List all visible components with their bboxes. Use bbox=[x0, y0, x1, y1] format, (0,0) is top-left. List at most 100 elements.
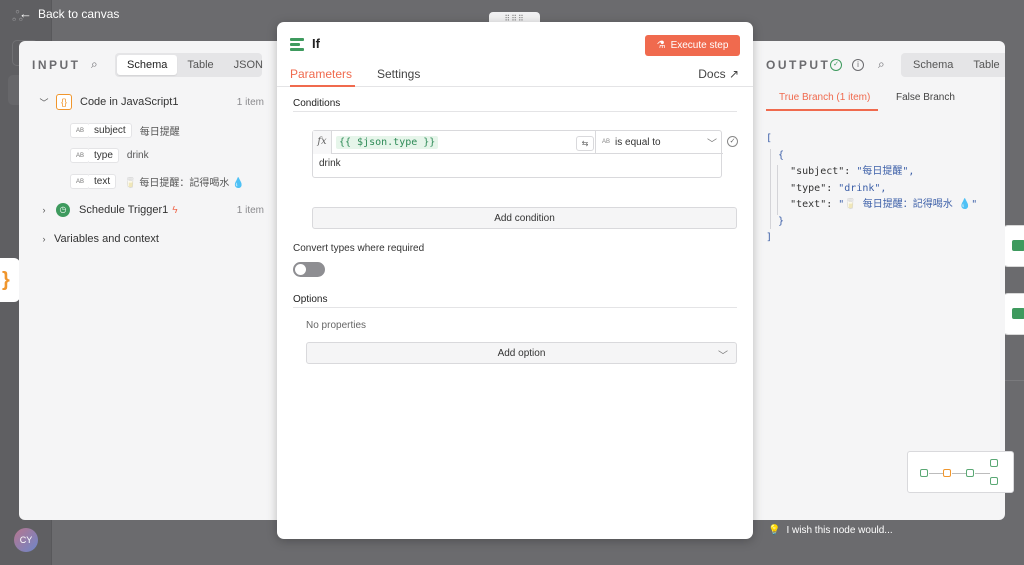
field-value: 每日提醒 bbox=[139, 127, 180, 138]
string-type-icon: AB bbox=[70, 123, 91, 138]
item-count: 1 item bbox=[236, 204, 264, 216]
tab-parameters[interactable]: Parameters bbox=[290, 67, 352, 81]
if-branch-icon bbox=[290, 37, 304, 51]
node-title: If bbox=[290, 36, 320, 51]
tab-settings[interactable]: Settings bbox=[377, 67, 420, 81]
json-bracket: { bbox=[778, 149, 785, 161]
canvas-minimap[interactable] bbox=[907, 451, 1014, 493]
lightbulb-icon: 💡 bbox=[768, 525, 781, 536]
condition-row: fx {{ $json.type }} ⇆ AB is equal to ﹀ d… bbox=[312, 130, 723, 178]
tab-true-branch[interactable]: True Branch (1 item) bbox=[779, 92, 870, 103]
canvas-edge bbox=[1004, 380, 1024, 381]
info-icon[interactable]: i bbox=[852, 59, 864, 71]
node-tabs: Parameters Settings Docs ↗ bbox=[277, 62, 753, 87]
string-type-icon: AB bbox=[70, 174, 91, 189]
tree-node-code-label: Code in JavaScript1 bbox=[80, 96, 179, 108]
avatar[interactable]: CY bbox=[14, 528, 38, 552]
options-title: Options bbox=[293, 294, 328, 305]
no-properties-label: No properties bbox=[306, 320, 367, 331]
variables-label: Variables and context bbox=[54, 233, 159, 245]
external-link-icon: ↗ bbox=[728, 67, 739, 81]
expression-fx-icon: fx bbox=[313, 130, 332, 154]
tree-node-code[interactable]: ﹀ {} Code in JavaScript1 1 item bbox=[38, 94, 279, 110]
tree-node-schedule[interactable]: › ◷ Schedule Trigger1 ϟ 1 item bbox=[38, 202, 279, 218]
add-option-label: Add option bbox=[497, 347, 546, 359]
input-view-switcher: Schema Table JSON bbox=[115, 53, 263, 77]
search-icon[interactable]: ⌕ bbox=[878, 57, 885, 72]
active-tab-indicator bbox=[766, 109, 878, 111]
search-icon[interactable]: ⌕ bbox=[91, 57, 98, 72]
chevron-down-icon: ﹀ bbox=[707, 139, 717, 150]
docs-label: Docs bbox=[698, 67, 726, 81]
minimap-edge bbox=[952, 473, 966, 474]
tree-node-variables[interactable]: › Variables and context bbox=[38, 233, 159, 245]
string-type-icon: AB bbox=[70, 148, 91, 163]
field-value: drink bbox=[126, 150, 149, 161]
condition-left-value[interactable]: fx {{ $json.type }} ⇆ bbox=[313, 130, 596, 154]
chevron-down-icon: ﹀ bbox=[39, 97, 49, 108]
feedback-label: I wish this node would... bbox=[786, 525, 893, 536]
minimap-node bbox=[920, 469, 928, 477]
item-count: 1 item bbox=[236, 96, 264, 108]
condition-expression: {{ $json.type }} bbox=[336, 135, 439, 149]
minimap-node bbox=[966, 469, 974, 477]
schema-field-type[interactable]: AB type drink bbox=[70, 148, 149, 163]
canvas-email-node-peek[interactable] bbox=[1002, 293, 1024, 335]
add-condition-button[interactable]: Add condition bbox=[312, 207, 737, 229]
success-check-icon: ✓ bbox=[830, 59, 842, 71]
canvas-email-node-peek[interactable] bbox=[1002, 225, 1024, 267]
json-bracket: } bbox=[778, 215, 785, 227]
minimap-node bbox=[990, 459, 998, 467]
code-braces-icon: {} bbox=[56, 94, 72, 110]
input-heading: INPUT bbox=[32, 58, 81, 72]
tab-json[interactable]: JSON bbox=[224, 55, 273, 75]
docs-link[interactable]: Docs ↗ bbox=[698, 67, 739, 81]
node-settings-panel: If ⚗ Execute step Parameters Settings Do… bbox=[277, 22, 753, 539]
execute-step-button[interactable]: ⚗ Execute step bbox=[645, 35, 740, 56]
json-key: "text" bbox=[790, 199, 827, 210]
json-value: "🥛 每日提醒：記得喝水 💧" bbox=[838, 199, 978, 210]
conditions-title: Conditions bbox=[293, 98, 341, 109]
minimap-edge bbox=[929, 473, 943, 474]
condition-operator-select[interactable]: AB is equal to ﹀ bbox=[596, 131, 723, 154]
minimap-node bbox=[990, 477, 998, 485]
condition-operator-label: is equal to bbox=[615, 136, 661, 148]
string-type-icon: AB bbox=[602, 139, 611, 145]
json-bracket: ] bbox=[766, 232, 773, 243]
tab-schema[interactable]: Schema bbox=[117, 55, 178, 75]
swap-icon[interactable]: ⇆ bbox=[576, 136, 594, 151]
remove-condition-icon[interactable]: ✓ bbox=[727, 136, 738, 147]
chevron-right-icon: › bbox=[42, 234, 46, 244]
tab-false-branch[interactable]: False Branch bbox=[896, 92, 955, 103]
tab-table[interactable]: Table bbox=[177, 55, 223, 75]
json-output: [ { "subject": "每日提醒", "type": "drink", … bbox=[766, 133, 978, 243]
section-divider bbox=[293, 307, 737, 308]
node-title-label[interactable]: If bbox=[312, 36, 320, 51]
convert-types-toggle[interactable] bbox=[293, 262, 325, 277]
condition-right-value[interactable]: drink bbox=[319, 158, 341, 169]
json-value: "drink", bbox=[838, 182, 887, 194]
field-name: type bbox=[89, 148, 119, 163]
add-option-button[interactable]: Add option ﹀ bbox=[306, 342, 737, 364]
mail-icon bbox=[1012, 240, 1024, 251]
schema-field-text[interactable]: AB text 🥛 每日提醒：記得喝水 💧 bbox=[70, 174, 245, 189]
minimap-edge bbox=[975, 473, 990, 474]
json-value: "每日提醒", bbox=[856, 166, 915, 177]
json-bracket: [ bbox=[766, 133, 773, 144]
feedback-link[interactable]: 💡 I wish this node would... bbox=[768, 525, 893, 536]
tree-node-schedule-label: Schedule Trigger1 bbox=[79, 204, 169, 216]
field-value: 🥛 每日提醒：記得喝水 💧 bbox=[124, 178, 245, 189]
field-name: subject bbox=[89, 123, 132, 138]
back-to-canvas-link[interactable]: ← Back to canvas bbox=[19, 6, 119, 21]
canvas-code-node-peek[interactable]: } bbox=[0, 258, 20, 302]
tab-schema[interactable]: Schema bbox=[903, 55, 963, 75]
field-name: text bbox=[89, 174, 117, 189]
toggle-knob bbox=[295, 264, 306, 275]
output-panel: OUTPUT ✓ i ⌕ Schema Table True Branch (1… bbox=[752, 41, 1005, 520]
schema-field-subject[interactable]: AB subject 每日提醒 bbox=[70, 123, 180, 138]
json-key: "type" bbox=[790, 182, 827, 194]
section-divider bbox=[293, 111, 737, 112]
output-heading: OUTPUT bbox=[766, 58, 831, 72]
tab-table[interactable]: Table bbox=[963, 55, 1009, 75]
input-panel: INPUT ⌕ Schema Table JSON ﹀ {} Code in J… bbox=[19, 41, 279, 520]
